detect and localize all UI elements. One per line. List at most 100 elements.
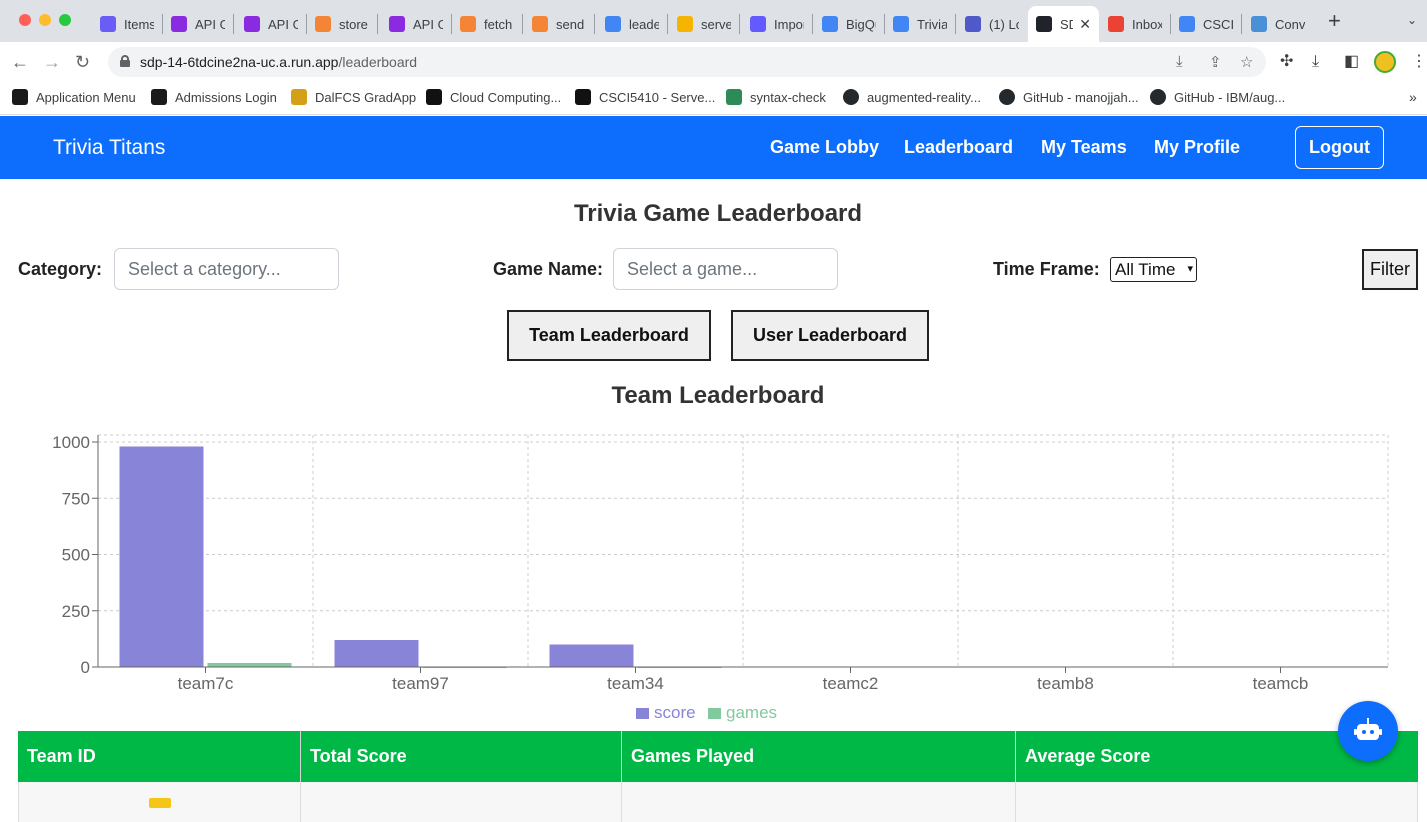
bookmark-item[interactable]: GitHub - IBM/aug... <box>1150 89 1285 105</box>
logout-button[interactable]: Logout <box>1295 126 1384 169</box>
browser-tab[interactable]: CSCI- <box>1171 6 1241 42</box>
header-total-score[interactable]: Total Score <box>301 731 622 782</box>
new-tab-button[interactable]: + <box>1328 10 1341 32</box>
tab-title: API G <box>268 16 298 32</box>
filter-button[interactable]: Filter <box>1362 249 1418 290</box>
browser-tab[interactable]: SD ✕ <box>1028 6 1099 42</box>
brand-logo-text[interactable]: Trivia Titans <box>53 136 165 160</box>
tab-title: API G <box>195 16 225 32</box>
tab-title: Inbox <box>1132 16 1162 32</box>
tab-separator <box>522 14 523 34</box>
close-tab-icon[interactable]: ✕ <box>1079 16 1091 33</box>
legend-score[interactable]: score <box>636 703 696 723</box>
browser-tab[interactable]: Conv <box>1243 6 1313 42</box>
profile-avatar[interactable] <box>1374 51 1396 73</box>
browser-tab[interactable]: API G <box>163 6 233 42</box>
legend-games[interactable]: games <box>708 703 777 723</box>
browser-tab[interactable]: API G <box>236 6 306 42</box>
nav-game-lobby[interactable]: Game Lobby <box>770 137 879 158</box>
bookmark-item[interactable]: augmented-reality... <box>843 89 981 105</box>
browser-menu-icon[interactable]: ⋮ <box>1411 53 1427 71</box>
back-arrow-icon[interactable]: ← <box>11 52 29 72</box>
header-team-id[interactable]: Team ID <box>18 731 301 782</box>
extensions-icon[interactable]: ✣ <box>1280 53 1293 71</box>
window-close-button[interactable] <box>19 14 31 26</box>
shield-icon <box>151 89 167 105</box>
browser-tab[interactable]: serve <box>669 6 739 42</box>
user-leaderboard-button[interactable]: User Leaderboard <box>731 310 929 361</box>
bookmark-item[interactable]: CSCI5410 - Serve... <box>575 89 715 105</box>
github-icon <box>843 89 859 105</box>
section-title: Team Leaderboard <box>611 382 825 409</box>
bookmark-label: GitHub - IBM/aug... <box>1174 89 1286 105</box>
tab-title: Items <box>124 16 154 32</box>
bookmark-item[interactable]: DalFCS GradApp <box>291 89 416 105</box>
side-panel-icon[interactable]: ◧ <box>1344 53 1359 71</box>
browser-tab[interactable]: leade <box>597 6 667 42</box>
team-id-cell <box>19 782 301 822</box>
header-games-played[interactable]: Games Played <box>622 731 1016 782</box>
bookmark-label: CSCI5410 - Serve... <box>599 89 716 105</box>
browser-tab[interactable]: BigQu <box>814 6 884 42</box>
category-input[interactable]: Select a category... <box>114 248 339 290</box>
bookmark-item[interactable]: Cloud Computing... <box>426 89 561 105</box>
address-bar[interactable]: sdp-14-6tdcine2na-uc.a.run.app/leaderboa… <box>108 47 1266 77</box>
lambda-icon <box>315 16 331 32</box>
tab-title: BigQu <box>846 16 876 32</box>
more-bookmarks-icon[interactable]: » <box>1409 89 1417 105</box>
game-name-input[interactable]: Select a game... <box>613 248 838 290</box>
tab-title: Impor <box>774 16 804 32</box>
bookmark-star-icon[interactable]: ☆ <box>1240 53 1253 71</box>
nav-leaderboard[interactable]: Leaderboard <box>904 137 1013 158</box>
reload-icon[interactable]: ↻ <box>75 52 90 72</box>
document-icon <box>100 16 116 32</box>
teams-icon <box>965 16 981 32</box>
browser-tab[interactable]: Trivia <box>885 6 955 42</box>
tab-title: leade <box>629 16 659 32</box>
url-text: sdp-14-6tdcine2na-uc.a.run.app/leaderboa… <box>140 54 418 70</box>
bookmark-item[interactable]: Application Menu <box>12 89 136 105</box>
time-frame-select[interactable]: All Time ▾ <box>1110 257 1197 282</box>
team-leaderboard-button[interactable]: Team Leaderboard <box>507 310 711 361</box>
share-icon[interactable]: ⇪ <box>1209 53 1222 71</box>
browser-tab[interactable]: fetch <box>452 6 522 42</box>
browser-tab[interactable]: Inbox <box>1100 6 1170 42</box>
browser-tab[interactable]: send <box>524 6 594 42</box>
forward-arrow-icon[interactable]: → <box>43 52 61 72</box>
install-app-icon[interactable]: ⤓ <box>1176 53 1183 70</box>
tab-title: serve <box>701 16 731 32</box>
browser-tab[interactable]: store <box>307 6 377 42</box>
api-gateway-icon <box>389 16 405 32</box>
bookmark-item[interactable]: GitHub - manojjah... <box>999 89 1139 105</box>
browser-toolbar: ← → ↻ sdp-14-6tdcine2na-uc.a.run.app/lea… <box>0 42 1427 82</box>
browser-tab[interactable]: (1) Lo <box>957 6 1027 42</box>
browser-tab[interactable]: Impor <box>742 6 812 42</box>
browser-tab[interactable]: API G <box>381 6 451 42</box>
bookmark-item[interactable]: syntax-check <box>726 89 826 105</box>
team-leaderboard-chart: 0 250 500 750 1000 team7c team97 team34 teamc2 te… <box>52 433 1389 693</box>
nav-my-profile[interactable]: My Profile <box>1154 137 1240 158</box>
chatbot-button[interactable] <box>1338 701 1398 761</box>
api-gateway-icon <box>171 16 187 32</box>
tab-title: fetch <box>484 16 513 32</box>
games-played-cell <box>622 782 1016 822</box>
robot-eye-right <box>1370 730 1374 734</box>
tab-separator <box>739 14 740 34</box>
tab-search-chevron-icon[interactable]: ⌄ <box>1407 13 1417 27</box>
tab-separator <box>594 14 595 34</box>
y-tick-label: 1000 <box>52 433 90 452</box>
bookmark-label: Admissions Login <box>175 89 277 105</box>
downloads-icon[interactable]: ⤓ <box>1312 53 1319 71</box>
bookmark-label: augmented-reality... <box>867 89 981 105</box>
window-minimize-button[interactable] <box>39 14 51 26</box>
browser-tab[interactable]: Items <box>92 6 162 42</box>
time-frame-label: Time Frame: <box>993 259 1100 279</box>
lock-icon <box>120 55 130 67</box>
tab-title: CSCI- <box>1203 16 1233 32</box>
nav-my-teams[interactable]: My Teams <box>1041 137 1127 158</box>
legend-games-swatch <box>708 707 721 719</box>
bookmark-item[interactable]: Admissions Login <box>151 89 277 105</box>
window-maximize-button[interactable] <box>59 14 71 26</box>
bookmark-label: Application Menu <box>36 89 136 105</box>
robot-ear-right <box>1379 729 1382 735</box>
